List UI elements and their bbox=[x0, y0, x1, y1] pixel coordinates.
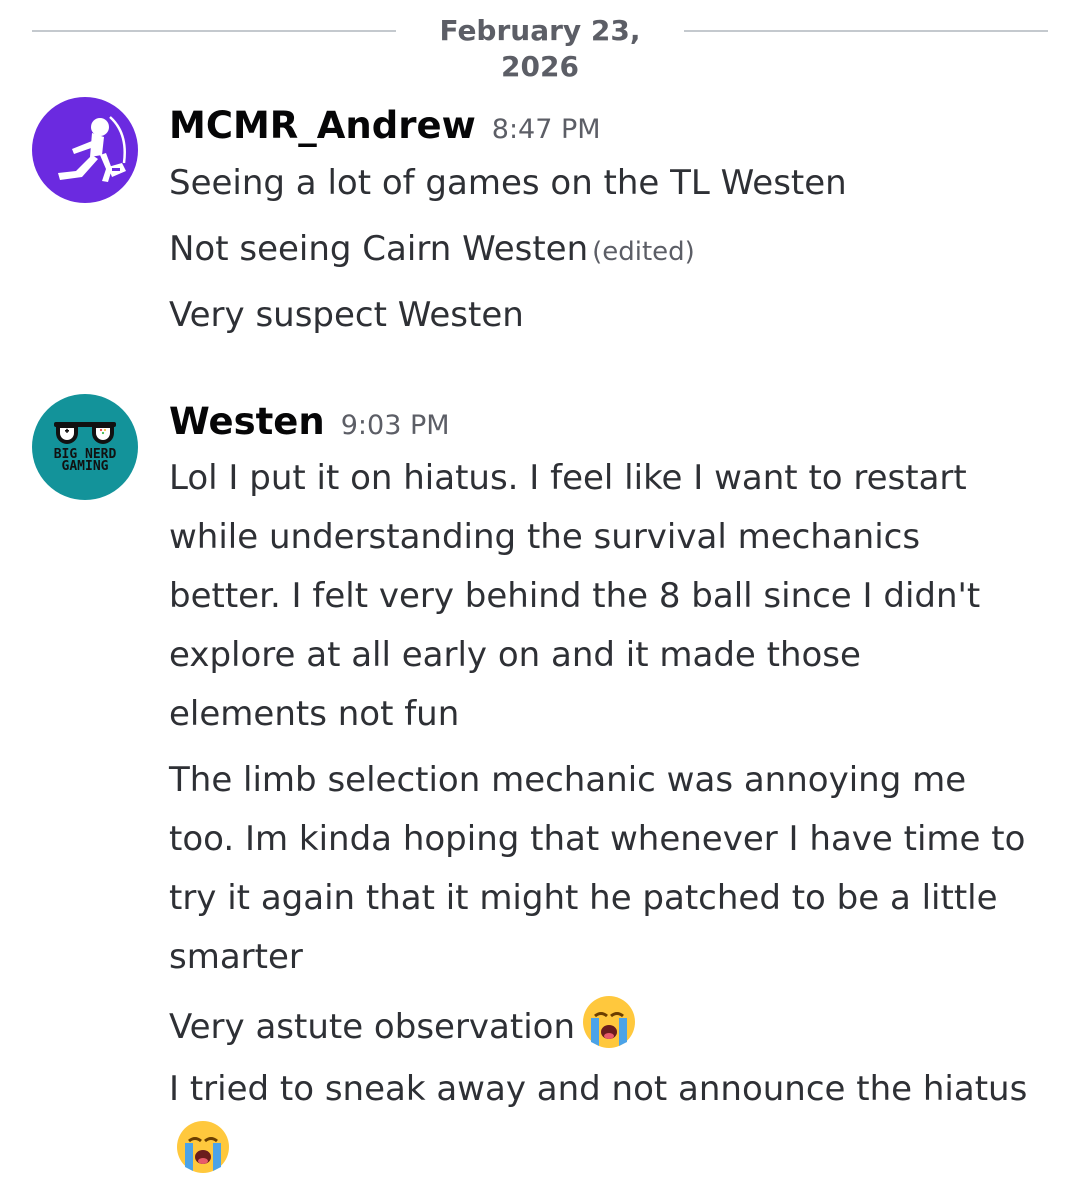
username[interactable]: MCMR_Andrew bbox=[169, 104, 476, 147]
timestamp[interactable]: 9:03 PM bbox=[341, 410, 450, 441]
loudly-crying-face-icon bbox=[583, 996, 636, 1048]
message-line: Very astute observation bbox=[169, 1007, 576, 1047]
message-text: I tried to sneak away and not announce t… bbox=[169, 1060, 1029, 1182]
timestamp[interactable]: 8:47 PM bbox=[492, 114, 601, 145]
message-line: I tried to sneak away and not announce t… bbox=[169, 1069, 1028, 1109]
message-text: The limb selection mechanic was annoying… bbox=[169, 751, 1029, 987]
avatar[interactable]: BIG NERD GAMING bbox=[32, 394, 138, 500]
big-nerd-gaming-glasses-icon: BIG NERD GAMING bbox=[54, 422, 116, 474]
edited-indicator: (edited) bbox=[592, 237, 695, 267]
message-line: Not seeing Cairn Westen bbox=[169, 229, 589, 269]
message-header: MCMR_Andrew 8:47 PM bbox=[169, 104, 601, 147]
avatar-text-line-2: GAMING bbox=[62, 459, 109, 474]
date-divider: February 23, 2026 bbox=[32, 10, 1048, 83]
message-text: Lol I put it on hiatus. I feel like I wa… bbox=[169, 449, 1029, 744]
loudly-crying-face-icon bbox=[177, 1121, 229, 1173]
message-text: Very suspect Westen bbox=[169, 286, 1029, 345]
message-text: Seeing a lot of games on the TL Westen bbox=[169, 154, 1029, 213]
astronaut-kicking-icon bbox=[58, 116, 126, 182]
message-text: Very astute observation bbox=[169, 994, 1029, 1057]
message-line: Very suspect Westen bbox=[169, 295, 524, 335]
message-header: Westen 9:03 PM bbox=[169, 400, 450, 443]
message-line: Lol I put it on hiatus. I feel like I wa… bbox=[169, 458, 981, 734]
divider-line-left bbox=[32, 30, 396, 32]
message-line: Seeing a lot of games on the TL Westen bbox=[169, 163, 847, 203]
divider-line-right bbox=[684, 30, 1048, 32]
username[interactable]: Westen bbox=[169, 400, 325, 443]
avatar[interactable] bbox=[32, 97, 138, 203]
message-line: The limb selection mechanic was annoying… bbox=[169, 760, 1026, 977]
divider-date: February 23, 2026 bbox=[439, 14, 641, 83]
message-text: Not seeing Cairn Westen (edited) bbox=[169, 220, 1029, 282]
